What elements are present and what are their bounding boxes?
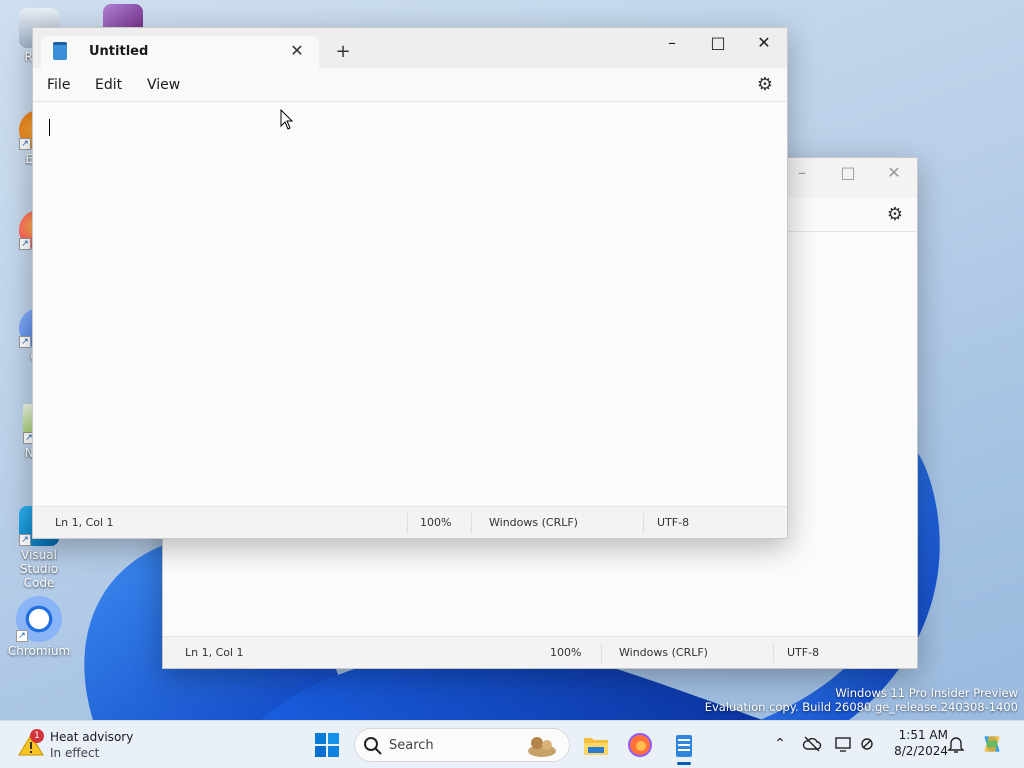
shortcut-arrow-icon: ↗: [16, 630, 28, 642]
status-line-ending: Windows (CRLF): [619, 646, 708, 659]
clock-time: 1:51 AM: [898, 728, 948, 742]
status-divider: [773, 643, 774, 663]
copilot-icon[interactable]: [980, 732, 1004, 756]
system-clock[interactable]: 1:51 AM 8/2/2024: [884, 727, 948, 759]
search-placeholder: Search: [389, 738, 434, 753]
status-encoding: UTF-8: [787, 646, 820, 659]
menu-edit[interactable]: Edit: [95, 77, 122, 93]
status-bar: Ln 1, Col 1 100% Windows (CRLF) UTF-8: [33, 506, 787, 538]
taskbar-search-box[interactable]: Search: [354, 728, 570, 762]
minimize-button[interactable]: –: [649, 28, 695, 60]
cloud-offline-icon[interactable]: [802, 734, 822, 754]
notepad-icon: [53, 42, 67, 60]
shortcut-arrow-icon: ↗: [19, 534, 31, 546]
titlebar[interactable]: Untitled ✕ + – □ ✕: [33, 28, 787, 68]
status-divider: [471, 513, 472, 533]
status-divider: [601, 643, 602, 663]
firefox-taskbar-icon[interactable]: [624, 729, 656, 761]
tab-close-icon[interactable]: ✕: [285, 39, 309, 63]
close-button[interactable]: ✕: [741, 28, 787, 60]
watermark-line2: Evaluation copy. Build 26080.ge_release.…: [704, 700, 1018, 714]
shortcut-arrow-icon: ↗: [19, 336, 31, 348]
file-explorer-icon[interactable]: [580, 729, 612, 761]
start-windows-icon[interactable]: [311, 729, 343, 761]
desktop-icon-label: Chromium: [7, 644, 71, 658]
network-display-icon[interactable]: [834, 734, 854, 754]
text-caret: [49, 119, 50, 136]
weather-widget[interactable]: 1 Heat advisory In effect: [16, 727, 156, 763]
chromium-icon: ↗: [16, 596, 62, 642]
status-position: Ln 1, Col 1: [185, 646, 244, 659]
clock-date: 8/2/2024: [894, 744, 948, 758]
desktop-icon-label: Visual Studio Code: [19, 548, 59, 590]
notepad-window[interactable]: Untitled ✕ + – □ ✕ File Edit View ⚙ Ln 1…: [32, 27, 788, 539]
maximize-button[interactable]: □: [825, 158, 871, 190]
text-editor[interactable]: [33, 102, 787, 506]
notification-bell-icon[interactable]: [946, 734, 966, 754]
new-tab-button[interactable]: +: [331, 40, 355, 64]
menu-file[interactable]: File: [47, 77, 70, 93]
notepad-taskbar-icon[interactable]: [668, 729, 700, 761]
status-divider: [407, 513, 408, 533]
status-divider: [643, 513, 644, 533]
menu-view[interactable]: View: [147, 77, 180, 93]
taskbar: 1 Heat advisory In effect Search ⌃ 1:51 …: [0, 720, 1024, 768]
shortcut-arrow-icon: ↗: [19, 138, 31, 150]
chevron-up-icon[interactable]: ⌃: [770, 734, 790, 754]
volume-muted-icon[interactable]: [858, 734, 878, 754]
search-highlight-icon: [528, 737, 556, 757]
notification-badge: 1: [30, 729, 44, 743]
search-icon: [364, 737, 382, 755]
active-app-indicator: [677, 762, 691, 765]
menubar: File Edit View ⚙: [33, 68, 787, 102]
status-encoding: UTF-8: [657, 516, 690, 529]
maximize-button[interactable]: □: [695, 28, 741, 60]
status-bar: Ln 1, Col 1 100% Windows (CRLF) UTF-8: [163, 636, 917, 668]
tab-untitled[interactable]: Untitled ✕: [41, 36, 319, 68]
desktop-icon-chromium[interactable]: ↗ Chromium: [4, 596, 74, 658]
status-zoom: 100%: [550, 646, 582, 659]
windows-watermark: Windows 11 Pro Insider Preview Evaluatio…: [705, 686, 1018, 714]
watermark-line1: Windows 11 Pro Insider Preview: [835, 686, 1018, 700]
weather-title: Heat advisory: [50, 730, 134, 744]
weather-subtitle: In effect: [50, 746, 100, 760]
status-position: Ln 1, Col 1: [55, 516, 114, 529]
status-zoom: 100%: [420, 516, 452, 529]
settings-gear-icon[interactable]: ⚙: [753, 73, 777, 97]
shortcut-arrow-icon: ↗: [19, 238, 31, 250]
close-button[interactable]: ✕: [871, 158, 917, 190]
mouse-pointer-icon: [280, 109, 294, 130]
tab-title: Untitled: [89, 44, 149, 59]
settings-gear-icon[interactable]: ⚙: [883, 203, 907, 227]
status-line-ending: Windows (CRLF): [489, 516, 578, 529]
